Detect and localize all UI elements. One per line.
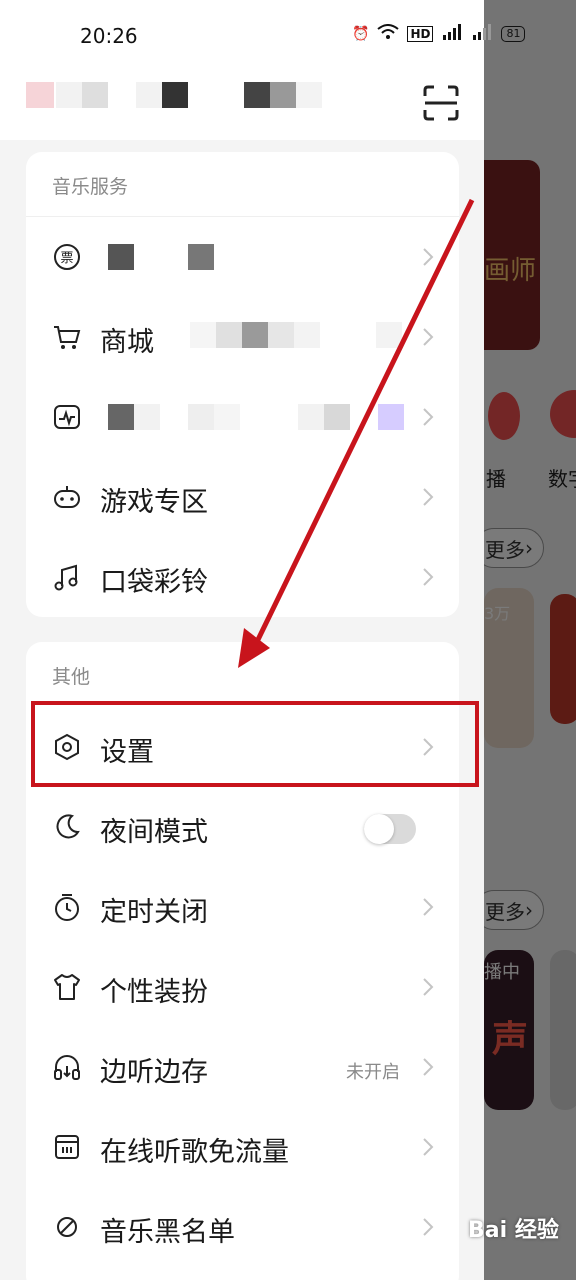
username-blur <box>270 82 296 108</box>
scan-icon <box>423 85 459 121</box>
cart-icon <box>54 326 81 349</box>
username-blur <box>244 82 270 108</box>
menu-item-cache-while-listening[interactable]: 边听边存 未开启 <box>26 1028 459 1108</box>
blurred-label <box>214 404 240 430</box>
watermark: Bai 经验 <box>468 1218 559 1243</box>
username-blur <box>82 82 108 108</box>
blurred-label <box>376 322 402 348</box>
blurred-label <box>108 404 134 430</box>
ringtone-icon <box>54 564 78 591</box>
chevron-right-icon <box>423 898 434 916</box>
menu-item-blacklist[interactable]: 音乐黑名单 <box>26 1188 459 1268</box>
status-text: 未开启 <box>346 1062 400 1083</box>
menu-item-mall[interactable]: 商城 <box>26 298 459 378</box>
timer-icon <box>55 894 79 921</box>
chevron-right-icon <box>423 248 434 266</box>
menu-item-activity[interactable] <box>26 378 459 458</box>
side-drawer: 20:26 ⏰ HD 81 音乐服务 票 商城 游戏专区 口袋彩铃 其他 设置 … <box>0 0 526 1280</box>
chevron-right-icon <box>423 978 434 996</box>
gamepad-icon <box>54 486 80 508</box>
signal-5g-icon <box>441 24 463 44</box>
menu-item-ticket[interactable]: 票 <box>26 218 459 298</box>
blurred-label <box>216 322 242 348</box>
clock: 20:26 <box>80 24 138 48</box>
signal-4g-icon <box>471 24 493 44</box>
menu-item-label: 夜间模式 <box>100 817 208 848</box>
scan-button[interactable] <box>420 82 462 124</box>
alarm-icon: ⏰ <box>352 26 370 42</box>
menu-item-label: 游戏专区 <box>100 487 208 518</box>
blurred-label <box>294 322 320 348</box>
username-blur <box>136 82 162 108</box>
status-icons: ⏰ HD 81 <box>352 24 526 44</box>
svg-text:票: 票 <box>60 251 73 266</box>
divider <box>26 216 459 217</box>
menu-item-ringtone[interactable]: 口袋彩铃 <box>26 538 459 618</box>
menu-item-label: 边听边存 <box>100 1057 208 1088</box>
blurred-label <box>324 404 350 430</box>
wifi-icon <box>377 24 400 44</box>
username-blur <box>56 82 82 108</box>
chevron-right-icon <box>423 1058 434 1076</box>
section-title: 其他 <box>52 666 91 688</box>
blurred-label <box>188 244 214 270</box>
chevron-right-icon <box>423 408 434 426</box>
blurred-label <box>108 244 134 270</box>
blurred-label <box>188 404 214 430</box>
chevron-right-icon <box>423 488 434 506</box>
activity-icon <box>54 405 80 429</box>
username-blur <box>162 82 188 108</box>
blurred-label <box>378 404 404 430</box>
blurred-label <box>242 322 268 348</box>
menu-item-timer[interactable]: 定时关闭 <box>26 868 459 948</box>
menu-item-label: 在线听歌免流量 <box>100 1137 289 1168</box>
night-mode-toggle[interactable] <box>364 814 416 844</box>
battery-icon: 81 <box>501 26 526 42</box>
chevron-right-icon <box>423 1218 434 1236</box>
chevron-right-icon <box>423 328 434 346</box>
menu-item-label: 个性装扮 <box>100 977 208 1008</box>
menu-item-themes[interactable]: 个性装扮 <box>26 948 459 1028</box>
menu-item-night-mode[interactable]: 夜间模式 <box>26 788 459 868</box>
section-title: 音乐服务 <box>52 176 129 198</box>
username-blur <box>296 82 322 108</box>
blurred-label <box>190 322 216 348</box>
menu-item-label: 定时关闭 <box>100 897 208 928</box>
avatar[interactable] <box>26 82 54 108</box>
blurred-label <box>298 404 324 430</box>
moon-icon <box>56 814 80 839</box>
menu-item-label: 商城 <box>100 327 154 358</box>
menu-item-label: 口袋彩铃 <box>100 567 208 598</box>
sim-card-icon <box>55 1135 79 1159</box>
hd-icon: HD <box>407 26 434 42</box>
headphones-icon <box>54 1055 80 1080</box>
blurred-label <box>134 404 160 430</box>
chevron-right-icon <box>423 568 434 586</box>
menu-item-label: 音乐黑名单 <box>100 1217 235 1248</box>
dim-overlay[interactable] <box>484 0 576 1280</box>
settings-highlight-box <box>31 701 479 787</box>
status-bar: 20:26 ⏰ HD 81 <box>0 0 526 72</box>
tshirt-icon <box>54 974 80 1000</box>
toggle-knob <box>364 814 394 844</box>
ticket-icon: 票 <box>54 244 80 270</box>
block-icon <box>57 1217 77 1237</box>
menu-item-games[interactable]: 游戏专区 <box>26 458 459 538</box>
blurred-label <box>268 322 294 348</box>
user-header <box>0 72 484 140</box>
chevron-right-icon <box>423 1138 434 1156</box>
menu-item-free-data[interactable]: 在线听歌免流量 <box>26 1108 459 1188</box>
